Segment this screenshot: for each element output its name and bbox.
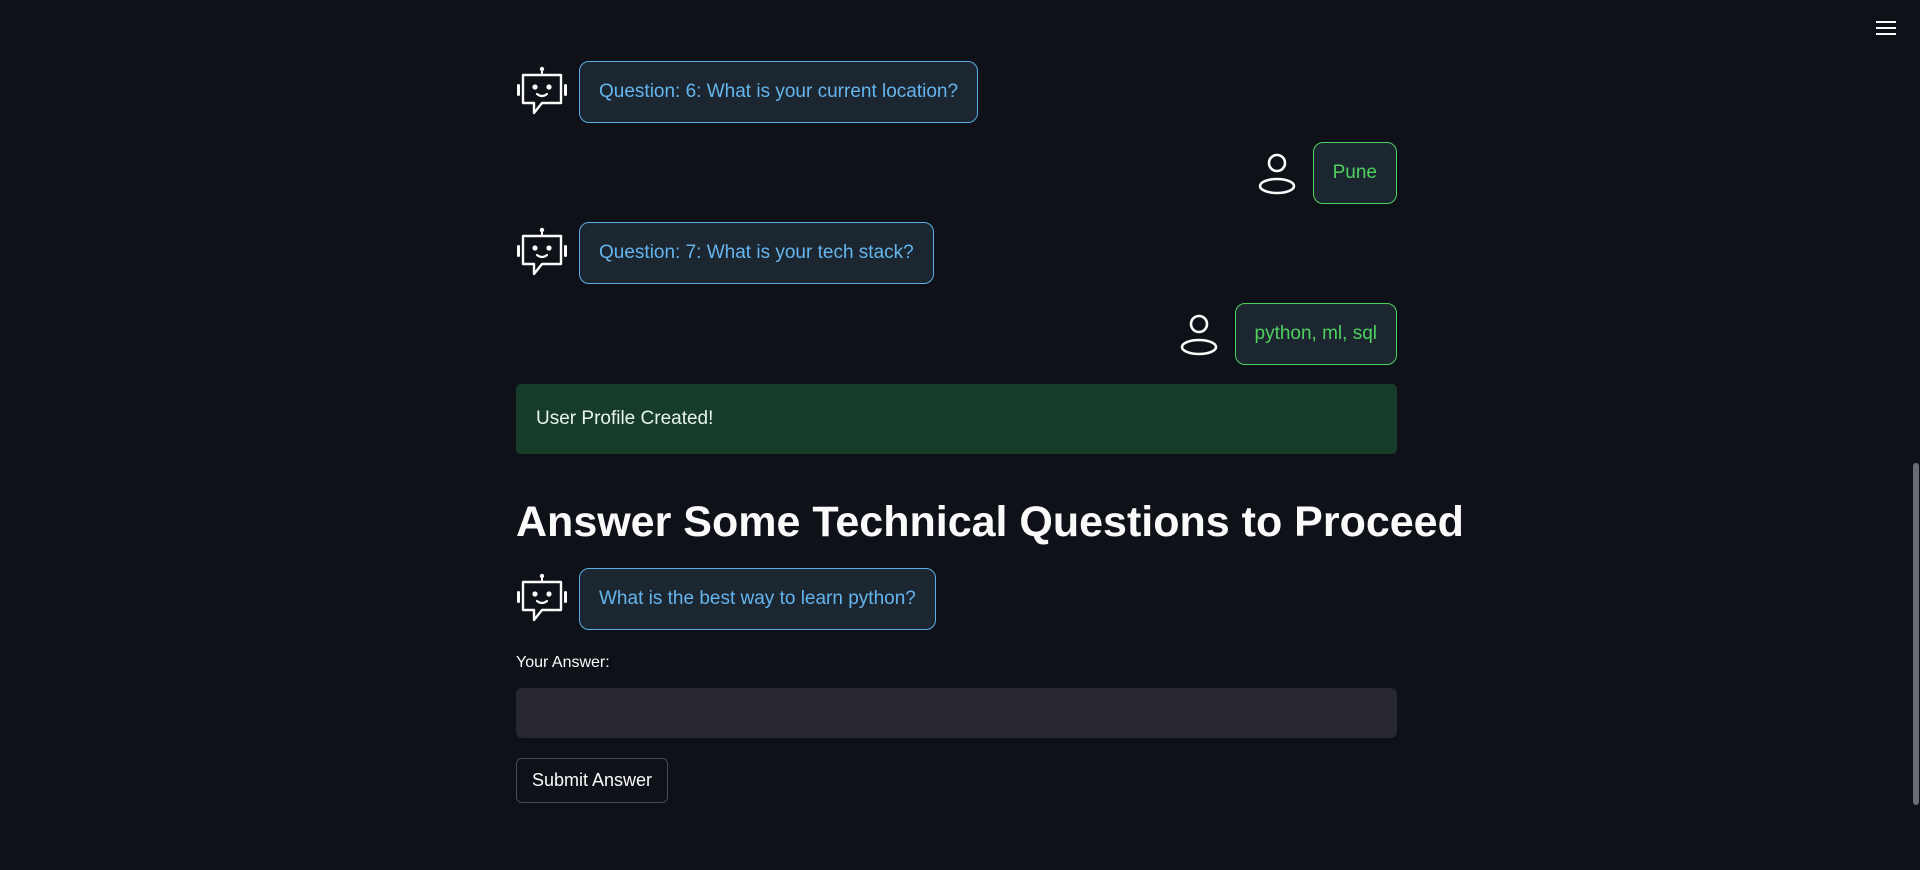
submit-answer-button[interactable]: Submit Answer [516,758,669,803]
bot-message-bubble: Question: 6: What is your current locati… [579,61,979,123]
user-avatar [1253,149,1301,197]
bot-message-bubble: Question: 7: What is your tech stack? [579,222,934,284]
app-page: Question: 6: What is your current locati… [0,0,1920,870]
page-scrollbar[interactable] [1912,0,1920,870]
robot-icon [517,573,567,622]
bot-avatar [516,573,568,625]
bot-avatar [516,227,568,279]
user-message-bubble: python, ml, sql [1234,303,1397,365]
success-alert: User Profile Created! [516,384,1397,454]
bot-message: Question: 7: What is your tech stack? [516,222,934,284]
robot-icon [517,227,567,276]
page-heading: Answer Some Technical Questions to Proce… [516,498,1464,546]
answer-label: Your Answer: [516,654,610,671]
robot-icon [517,66,567,115]
user-icon [1258,153,1295,195]
user-message-bubble: Pune [1312,142,1397,204]
user-icon [1180,314,1217,356]
bot-message-bubble: What is the best way to learn python? [579,568,936,630]
user-avatar [1175,310,1223,358]
user-message: Pune [1253,142,1397,204]
bot-message: Question: 6: What is your current locati… [516,61,979,123]
bot-avatar [516,66,568,118]
scrollbar-thumb[interactable] [1913,463,1919,805]
answer-input[interactable] [516,688,1397,738]
hamburger-menu-icon [1876,21,1896,35]
user-message: python, ml, sql [1175,303,1397,365]
bot-message: What is the best way to learn python? [516,568,936,630]
success-alert-text: User Profile Created! [536,408,714,429]
main-menu-button[interactable] [1872,14,1900,42]
